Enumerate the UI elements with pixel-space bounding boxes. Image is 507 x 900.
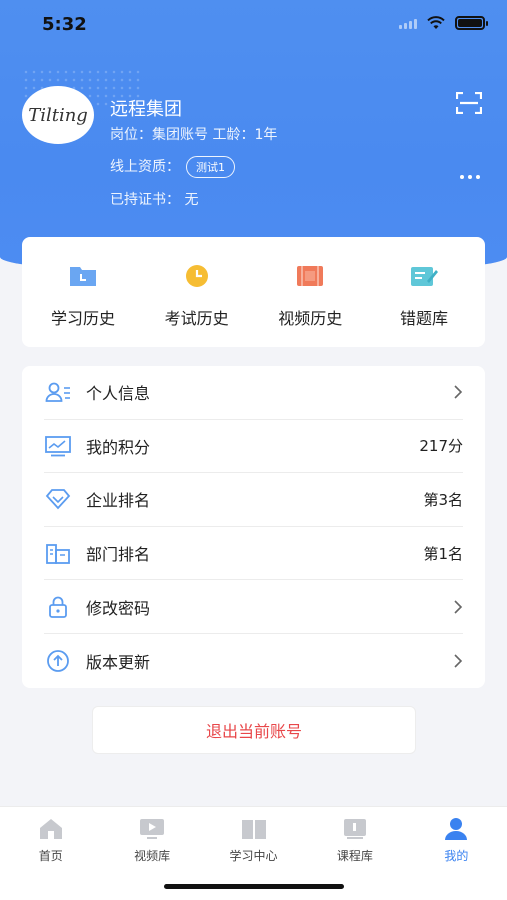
scan-icon[interactable] <box>456 92 482 114</box>
qualification-line: 线上资质： 测试1 <box>110 156 235 178</box>
lock-icon <box>44 595 72 619</box>
chart-monitor-icon <box>44 434 72 458</box>
tab-home[interactable]: 首页 <box>0 807 101 900</box>
company-rank-value: 第3名 <box>423 490 463 509</box>
chevron-right-icon <box>454 600 463 614</box>
quick-action-exam-history[interactable]: 考试历史 <box>142 237 252 347</box>
menu-item-label: 我的积分 <box>86 437 151 457</box>
status-icons <box>399 16 488 30</box>
user-info-icon <box>44 380 72 404</box>
quick-action-wrong-questions[interactable]: 错题库 <box>369 237 479 347</box>
tab-label: 我的 <box>444 849 469 863</box>
quick-action-video-history[interactable]: 视频历史 <box>255 237 365 347</box>
folder-icon <box>70 267 96 286</box>
menu-item-company-rank[interactable]: 企业排名 第3名 <box>44 473 463 527</box>
more-icon[interactable] <box>460 175 480 179</box>
menu-item-department-rank[interactable]: 部门排名 第1名 <box>44 527 463 581</box>
battery-icon <box>455 16 488 30</box>
tab-label: 视频库 <box>134 849 171 863</box>
book-icon <box>241 820 266 839</box>
tab-label: 课程库 <box>336 849 373 863</box>
status-bar: 5:32 <box>0 0 507 50</box>
film-icon <box>297 266 324 286</box>
chevron-right-icon <box>454 385 463 399</box>
signal-icon <box>399 17 417 29</box>
status-time: 5:32 <box>42 14 87 35</box>
home-icon <box>39 819 62 839</box>
tab-label: 学习中心 <box>229 849 278 863</box>
avatar[interactable]: Tilting <box>22 86 94 144</box>
logout-button[interactable]: 退出当前账号 <box>92 706 416 754</box>
chevron-right-icon <box>454 654 463 668</box>
menu-item-my-points[interactable]: 我的积分 217分 <box>44 420 463 474</box>
quick-action-label: 错题库 <box>399 309 448 328</box>
menu-list: 个人信息 我的积分 217分 企业排名 第3名 部门排名 第1名 修改密码 版本… <box>22 366 485 688</box>
menu-item-personal-info[interactable]: 个人信息 <box>44 366 463 420</box>
upload-circle-icon <box>44 649 72 673</box>
home-indicator <box>164 884 344 889</box>
clock-icon <box>185 265 208 287</box>
tab-mine[interactable]: 我的 <box>406 807 507 900</box>
menu-item-label: 部门排名 <box>86 545 151 565</box>
menu-item-label: 修改密码 <box>86 598 151 618</box>
course-icon <box>343 819 366 839</box>
menu-item-label: 企业排名 <box>86 491 151 511</box>
menu-item-version-update[interactable]: 版本更新 <box>44 634 463 688</box>
person-icon <box>445 818 468 840</box>
quick-action-study-history[interactable]: 学习历史 <box>28 237 138 347</box>
qualification-badge: 测试1 <box>186 156 235 178</box>
quick-actions-card: 学习历史 考试历史 视频历史 错题库 <box>22 237 485 347</box>
points-value: 217分 <box>419 437 463 456</box>
wifi-icon <box>427 16 445 29</box>
department-rank-value: 第1名 <box>423 544 463 563</box>
menu-item-label: 个人信息 <box>86 384 151 404</box>
company-name: 远程集团 <box>110 99 182 120</box>
menu-item-label: 版本更新 <box>86 652 151 672</box>
quick-action-label: 考试历史 <box>164 309 229 328</box>
certificate-line: 已持证书： 无 <box>110 192 199 208</box>
diamond-icon <box>44 487 72 511</box>
quick-action-label: 视频历史 <box>278 309 343 328</box>
edit-note-icon <box>410 267 438 286</box>
quick-action-label: 学习历史 <box>50 309 115 328</box>
tab-label: 首页 <box>38 849 63 863</box>
menu-item-change-password[interactable]: 修改密码 <box>44 580 463 634</box>
qualification-label: 线上资质： <box>110 159 180 175</box>
position-line: 岗位：集团账号 工龄：1年 <box>110 127 278 143</box>
avatar-signature: Tilting <box>28 104 88 126</box>
building-icon <box>44 541 72 565</box>
video-icon <box>140 819 165 839</box>
